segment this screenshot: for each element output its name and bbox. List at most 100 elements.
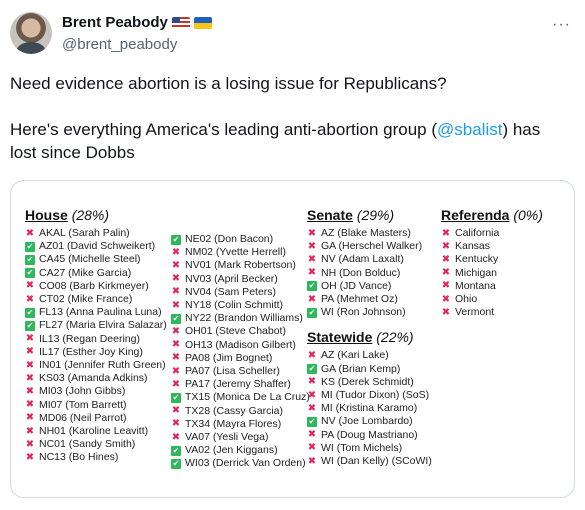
list-item-label: OH13 (Madison Gilbert) (185, 338, 296, 351)
list-item-label: PA17 (Jeremy Shaffer) (185, 378, 291, 391)
list-item: ✖ MD06 (Neil Parrot) (25, 412, 167, 425)
avatar[interactable] (10, 12, 52, 54)
cross-icon: ✖ (171, 405, 181, 417)
list-item: ✖ WI (Tom Michels) (307, 442, 432, 455)
cross-icon: ✖ (307, 350, 317, 362)
cross-icon: ✖ (171, 431, 181, 443)
list-item: ✖ KS03 (Amanda Adkins) (25, 372, 167, 385)
check-icon: ✔ (171, 234, 181, 245)
list-item: ✔ WI03 (Derrick Van Orden) (171, 457, 310, 470)
list-item-label: NM02 (Yvette Herrell) (185, 246, 286, 259)
cross-icon: ✖ (441, 240, 451, 252)
cross-icon: ✖ (307, 442, 317, 454)
list-item: ✔ NY22 (Brandon Williams) (171, 312, 310, 325)
check-icon: ✔ (307, 281, 317, 292)
list-item-label: NY18 (Colin Schmitt) (185, 299, 284, 312)
house-list-1: ✖ AKAL (Sarah Palin) ✔ AZ01 (David Schweike… (25, 227, 167, 465)
list-item-label: VA07 (Yesli Vega) (185, 431, 269, 444)
list-item: ✖ AZ (Blake Masters) (307, 227, 432, 240)
cross-icon: ✖ (441, 254, 451, 265)
cross-icon: ✖ (171, 365, 181, 377)
list-item-label: TX34 (Mayra Flores) (185, 417, 282, 430)
list-item-label: FL27 (Maria Elvira Salazar) (39, 319, 167, 332)
list-item-label: PA (Mehmet Oz) (321, 293, 398, 306)
house-title: House (28%) (25, 207, 167, 224)
cross-icon: ✖ (25, 346, 35, 358)
list-item-label: KS03 (Amanda Adkins) (39, 372, 148, 385)
cross-icon: ✖ (441, 293, 451, 305)
user-handle[interactable]: @brent_peabody (62, 36, 177, 53)
list-item-label: CT02 (Mike France) (39, 293, 133, 306)
cross-icon: ✖ (25, 227, 35, 239)
list-item: ✖ NY18 (Colin Schmitt) (171, 299, 310, 312)
list-item: ✖ Kentucky (441, 253, 543, 266)
list-item: ✔ WI (Ron Johnson) (307, 306, 432, 319)
check-icon: ✔ (25, 307, 35, 318)
house-pct: (28%) (71, 207, 110, 223)
list-item-label: AZ (Blake Masters) (321, 227, 411, 239)
statewide-title-text: Statewide (307, 329, 373, 346)
cross-icon: ✖ (25, 359, 35, 371)
cross-icon: ✖ (171, 418, 181, 430)
list-item: ✔ VA02 (Jen Kiggans) (171, 444, 310, 457)
list-item-label: CA27 (Mike Garcia) (39, 266, 132, 279)
list-item: ✖ MI07 (Tom Barrett) (25, 399, 167, 412)
list-item: ✖ NC13 (Bo Hines) (25, 451, 167, 464)
list-item: ✖ NV03 (April Becker) (171, 273, 310, 286)
cross-icon: ✖ (25, 280, 35, 292)
list-item: ✔ CA27 (Mike Garcia) (25, 267, 167, 280)
cross-icon: ✖ (171, 260, 181, 271)
list-item-label: MI03 (John Gibbs) (39, 385, 126, 398)
list-item: ✖ NV (Adam Laxalt) (307, 253, 432, 266)
cross-icon: ✖ (25, 293, 35, 305)
list-item-label: GA (Herschel Walker) (321, 240, 423, 253)
list-item: ✔ FL27 (Maria Elvira Salazar) (25, 319, 167, 332)
list-item: ✖ PA08 (Jim Bognet) (171, 352, 310, 365)
tweet-text: Need evidence abortion is a losing issue… (10, 72, 570, 164)
list-item: ✖ AKAL (Sarah Palin) (25, 227, 167, 240)
senate-title: Senate (29%) (307, 207, 432, 224)
cross-icon: ✖ (307, 267, 317, 279)
cross-icon: ✖ (307, 293, 317, 305)
check-icon: ✔ (171, 459, 181, 470)
list-item: ✖ PA17 (Jeremy Shaffer) (171, 378, 310, 391)
list-item-label: AKAL (Sarah Palin) (39, 227, 130, 239)
statewide-title: Statewide (22%) (307, 329, 432, 346)
list-item-label: NC01 (Sandy Smith) (39, 438, 136, 451)
list-item: ✖ OH01 (Steve Chabot) (171, 325, 310, 338)
list-item-label: IN01 (Jennifer Ruth Green) (39, 359, 166, 372)
list-item-label: Montana (455, 279, 496, 292)
list-item: ✖ IN01 (Jennifer Ruth Green) (25, 359, 167, 372)
check-icon: ✔ (307, 307, 317, 318)
list-item-label: PA (Doug Mastriano) (321, 428, 418, 441)
list-item-label: NY22 (Brandon Williams) (185, 312, 303, 325)
list-item: ✖ Michigan (441, 267, 543, 280)
list-item: ✖ KS (Derek Schmidt) (307, 376, 432, 389)
list-item-label: IL13 (Regan Deering) (39, 332, 140, 345)
list-item-label: NV (Joe Lombardo) (321, 415, 413, 428)
list-item: ✖ MI (Tudor Dixon) (SoS) (307, 389, 432, 402)
statewide-list: ✖ AZ (Kari Lake) ✔ GA (Brian Kemp) ✖ KS (Dere… (307, 349, 432, 468)
check-icon: ✔ (25, 268, 35, 279)
house-column-1: House (28%) ✖ AKAL (Sarah Palin) ✔ AZ01 (Da… (25, 207, 167, 465)
cross-icon: ✖ (441, 306, 451, 318)
more-options-icon[interactable]: ··· (552, 16, 571, 34)
list-item-label: AZ (Kari Lake) (321, 349, 389, 362)
list-item: ✖ CT02 (Mike France) (25, 293, 167, 306)
list-item: ✔ NE02 (Don Bacon) (171, 233, 310, 246)
list-item: ✔ NV (Joe Lombardo) (307, 415, 432, 428)
list-item-label: NV (Adam Laxalt) (321, 253, 404, 266)
mention-link[interactable]: @sbalist (437, 120, 502, 139)
display-name[interactable]: Brent Peabody (62, 14, 168, 31)
list-item: ✖ IL13 (Regan Deering) (25, 333, 167, 346)
list-item: ✖ NH (Don Bolduc) (307, 267, 432, 280)
media-image[interactable]: House (28%) ✖ AKAL (Sarah Palin) ✔ AZ01 (Da… (10, 180, 575, 498)
list-item: ✖ NC01 (Sandy Smith) (25, 438, 167, 451)
cross-icon: ✖ (307, 240, 317, 252)
tweet-header: Brent Peabody @brent_peabody ··· (10, 10, 575, 58)
house-title-text: House (25, 207, 68, 223)
list-item: ✖ TX34 (Mayra Flores) (171, 418, 310, 431)
check-icon: ✔ (171, 313, 181, 324)
check-icon: ✔ (25, 321, 35, 332)
list-item-label: Kentucky (455, 253, 499, 266)
